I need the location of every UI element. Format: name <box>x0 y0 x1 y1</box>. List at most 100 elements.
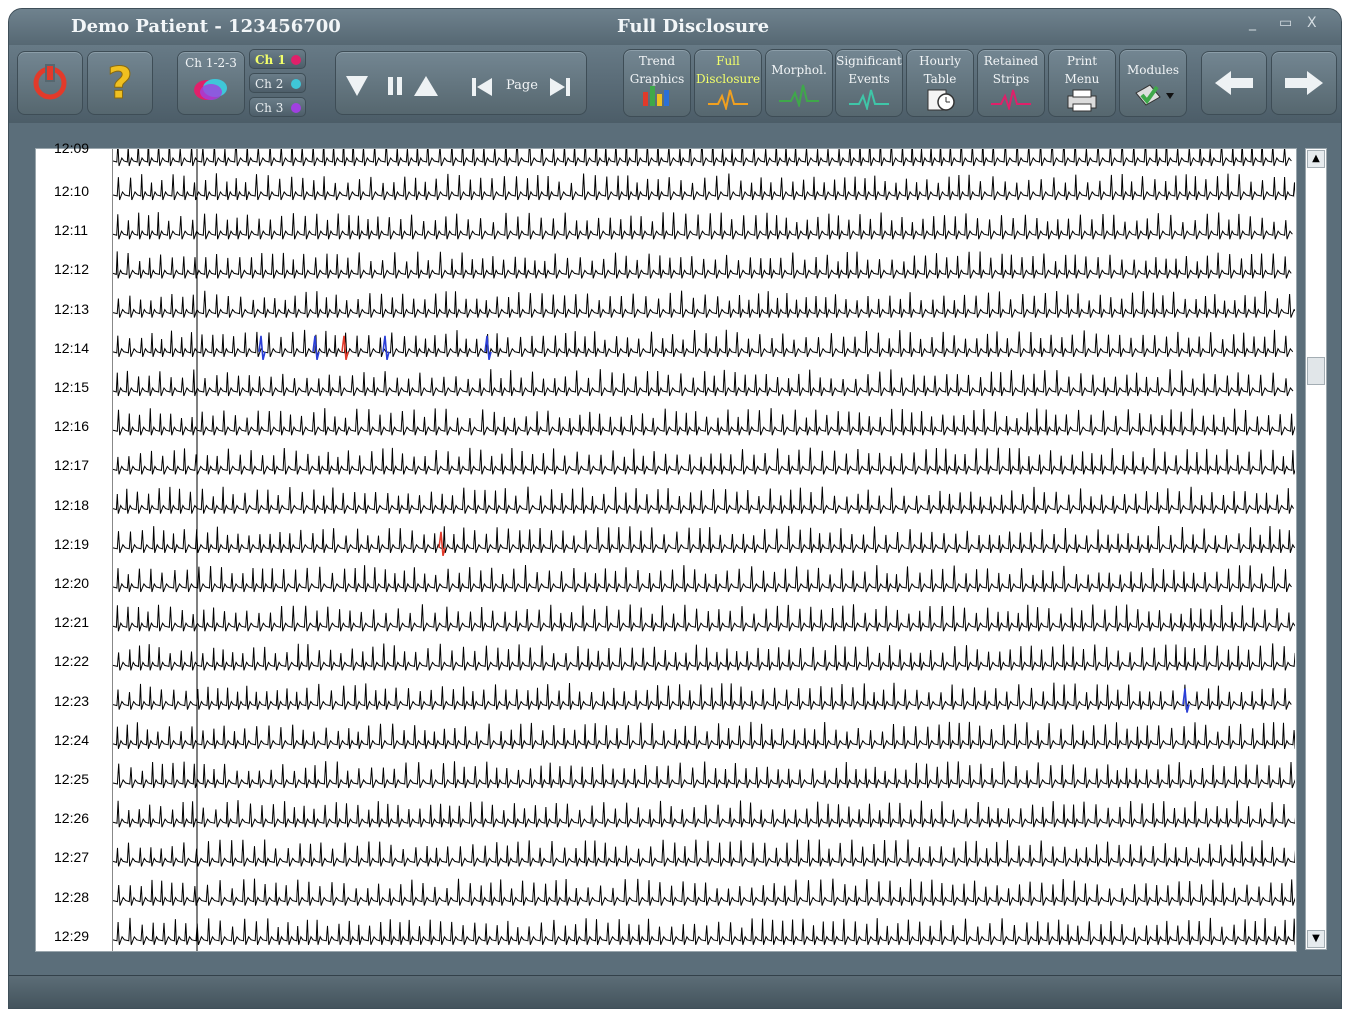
ecg-strip-partial <box>113 149 1292 167</box>
status-bar <box>9 975 1341 1008</box>
page-back-icon <box>472 78 492 96</box>
speech-bubbles-icon <box>194 79 227 100</box>
patient-title: Demo Patient - 123456700 <box>71 16 341 37</box>
abnormal-beat-mark[interactable] <box>258 335 266 360</box>
morphol-label: Morphol. <box>771 63 827 77</box>
vertical-scrollbar[interactable]: ▲ ▼ <box>1305 148 1327 950</box>
ecg-strip <box>113 408 1295 436</box>
abnormal-beat-mark[interactable] <box>1182 688 1190 713</box>
scroll-up-icon <box>414 76 438 96</box>
ecg-wave-icon <box>708 89 748 110</box>
time-label: 12:14 <box>54 339 90 356</box>
time-label: 12:16 <box>54 418 90 435</box>
ch1-button[interactable]: Ch 1 <box>249 49 306 69</box>
hourly-label-1: Hourly <box>919 54 961 68</box>
ecg-strip <box>113 447 1295 475</box>
abnormal-beat-mark[interactable] <box>382 335 390 360</box>
app-window: Demo Patient - 123456700 Full Disclosure… <box>8 8 1342 1009</box>
printer-icon <box>1067 89 1097 112</box>
ecg-strip <box>113 369 1294 397</box>
minimize-button[interactable]: _ <box>1249 15 1256 31</box>
modules-book-icon <box>1135 84 1174 106</box>
trend-graphics-button[interactable]: Trend Graphics <box>623 49 691 117</box>
power-icon <box>33 64 67 100</box>
forward-button[interactable] <box>1271 51 1337 115</box>
hourly-table-button[interactable]: Hourly Table <box>906 49 974 117</box>
back-arrow-icon <box>1215 71 1253 95</box>
ecg-strips[interactable] <box>112 149 1295 951</box>
scroll-down-button[interactable]: ▼ <box>1307 930 1325 948</box>
ch2-label: Ch 2 <box>255 77 284 91</box>
time-label: 12:15 <box>54 379 90 395</box>
ch1-bubble-icon <box>291 55 301 65</box>
significant-events-button[interactable]: Significant Events <box>835 49 903 117</box>
back-button[interactable] <box>1201 51 1267 115</box>
abnormal-beat-mark[interactable] <box>484 335 492 360</box>
time-label: 12:20 <box>54 575 90 591</box>
power-button[interactable] <box>17 51 83 115</box>
strip-wave-icon <box>991 89 1031 110</box>
playback-group: Page <box>335 51 587 115</box>
ch2-button[interactable]: Ch 2 <box>249 73 306 93</box>
time-label: 12:26 <box>54 810 90 827</box>
hourly-label-2: Table <box>923 72 957 86</box>
time-label: 12:29 <box>54 927 90 944</box>
modules-button[interactable]: Modules <box>1119 49 1187 117</box>
partial-time-label: 12:09 <box>54 140 90 156</box>
abnormal-beat-mark[interactable] <box>341 335 349 360</box>
morphology-wave-icon <box>779 84 819 107</box>
full-disclosure-button[interactable]: Full Disclosure <box>694 49 762 117</box>
ecg-strip <box>113 800 1295 828</box>
retained-label-2: Strips <box>992 72 1030 86</box>
help-button[interactable]: ? <box>87 51 153 115</box>
trend-label-1: Trend <box>638 54 676 68</box>
time-label: 12:28 <box>54 888 90 905</box>
time-label: 12:17 <box>54 457 90 474</box>
ecg-strip <box>113 290 1295 318</box>
ch1-label: Ch 1 <box>255 53 286 67</box>
scroll-thumb[interactable] <box>1307 357 1325 385</box>
time-label: 12:21 <box>54 614 90 631</box>
playback-icons <box>346 76 570 96</box>
time-label: 12:27 <box>54 849 90 866</box>
ecg-strip <box>113 917 1295 945</box>
svg-text:?: ? <box>107 58 133 106</box>
time-label: 12:18 <box>54 496 90 513</box>
abnormal-beat-mark[interactable] <box>312 335 320 360</box>
ecg-strip <box>113 564 1292 593</box>
scroll-up-button[interactable]: ▲ <box>1307 150 1325 168</box>
ch3-label: Ch 3 <box>255 101 284 115</box>
channels-all-label: Ch 1-2-3 <box>185 56 237 70</box>
page-label: Page <box>506 78 538 93</box>
trend-label-2: Graphics <box>629 72 685 86</box>
view-title: Full Disclosure <box>617 16 770 37</box>
ecg-strip <box>113 212 1293 240</box>
ecg-strip <box>113 839 1295 867</box>
significant-label-2: Events <box>848 72 890 86</box>
time-label: 12:22 <box>54 653 90 670</box>
page-forward-icon <box>550 78 570 96</box>
time-label: 12:13 <box>54 300 90 317</box>
scroll-down-icon <box>346 76 368 96</box>
ecg-strip <box>113 251 1292 279</box>
morphology-button[interactable]: Morphol. <box>765 49 833 117</box>
ecg-strip <box>113 761 1295 789</box>
full-label-2: Disclosure <box>695 72 761 86</box>
time-label: 12:12 <box>54 261 90 278</box>
retained-strips-button[interactable]: Retained Strips <box>977 49 1045 117</box>
ecg-strip <box>113 878 1295 906</box>
close-button[interactable]: X <box>1307 15 1317 31</box>
toolbar: ? Ch 1-2-3 Ch 1 Ch 2 Ch 3 Page Trend Gra… <box>9 45 1341 123</box>
significant-label-1: Significant <box>836 54 902 68</box>
retained-label-1: Retained <box>983 54 1039 68</box>
ch3-button[interactable]: Ch 3 <box>249 97 306 117</box>
clock-table-icon <box>927 89 955 111</box>
ecg-strip <box>113 721 1295 749</box>
channels-all-button[interactable]: Ch 1-2-3 <box>177 51 245 115</box>
ecg-strip <box>113 329 1294 357</box>
time-label: 12:19 <box>54 535 90 552</box>
print-label-2: Menu <box>1064 72 1100 86</box>
maximize-button[interactable]: ▭ <box>1279 15 1292 31</box>
forward-arrow-icon <box>1285 71 1323 95</box>
print-menu-button[interactable]: Print Menu <box>1048 49 1116 117</box>
